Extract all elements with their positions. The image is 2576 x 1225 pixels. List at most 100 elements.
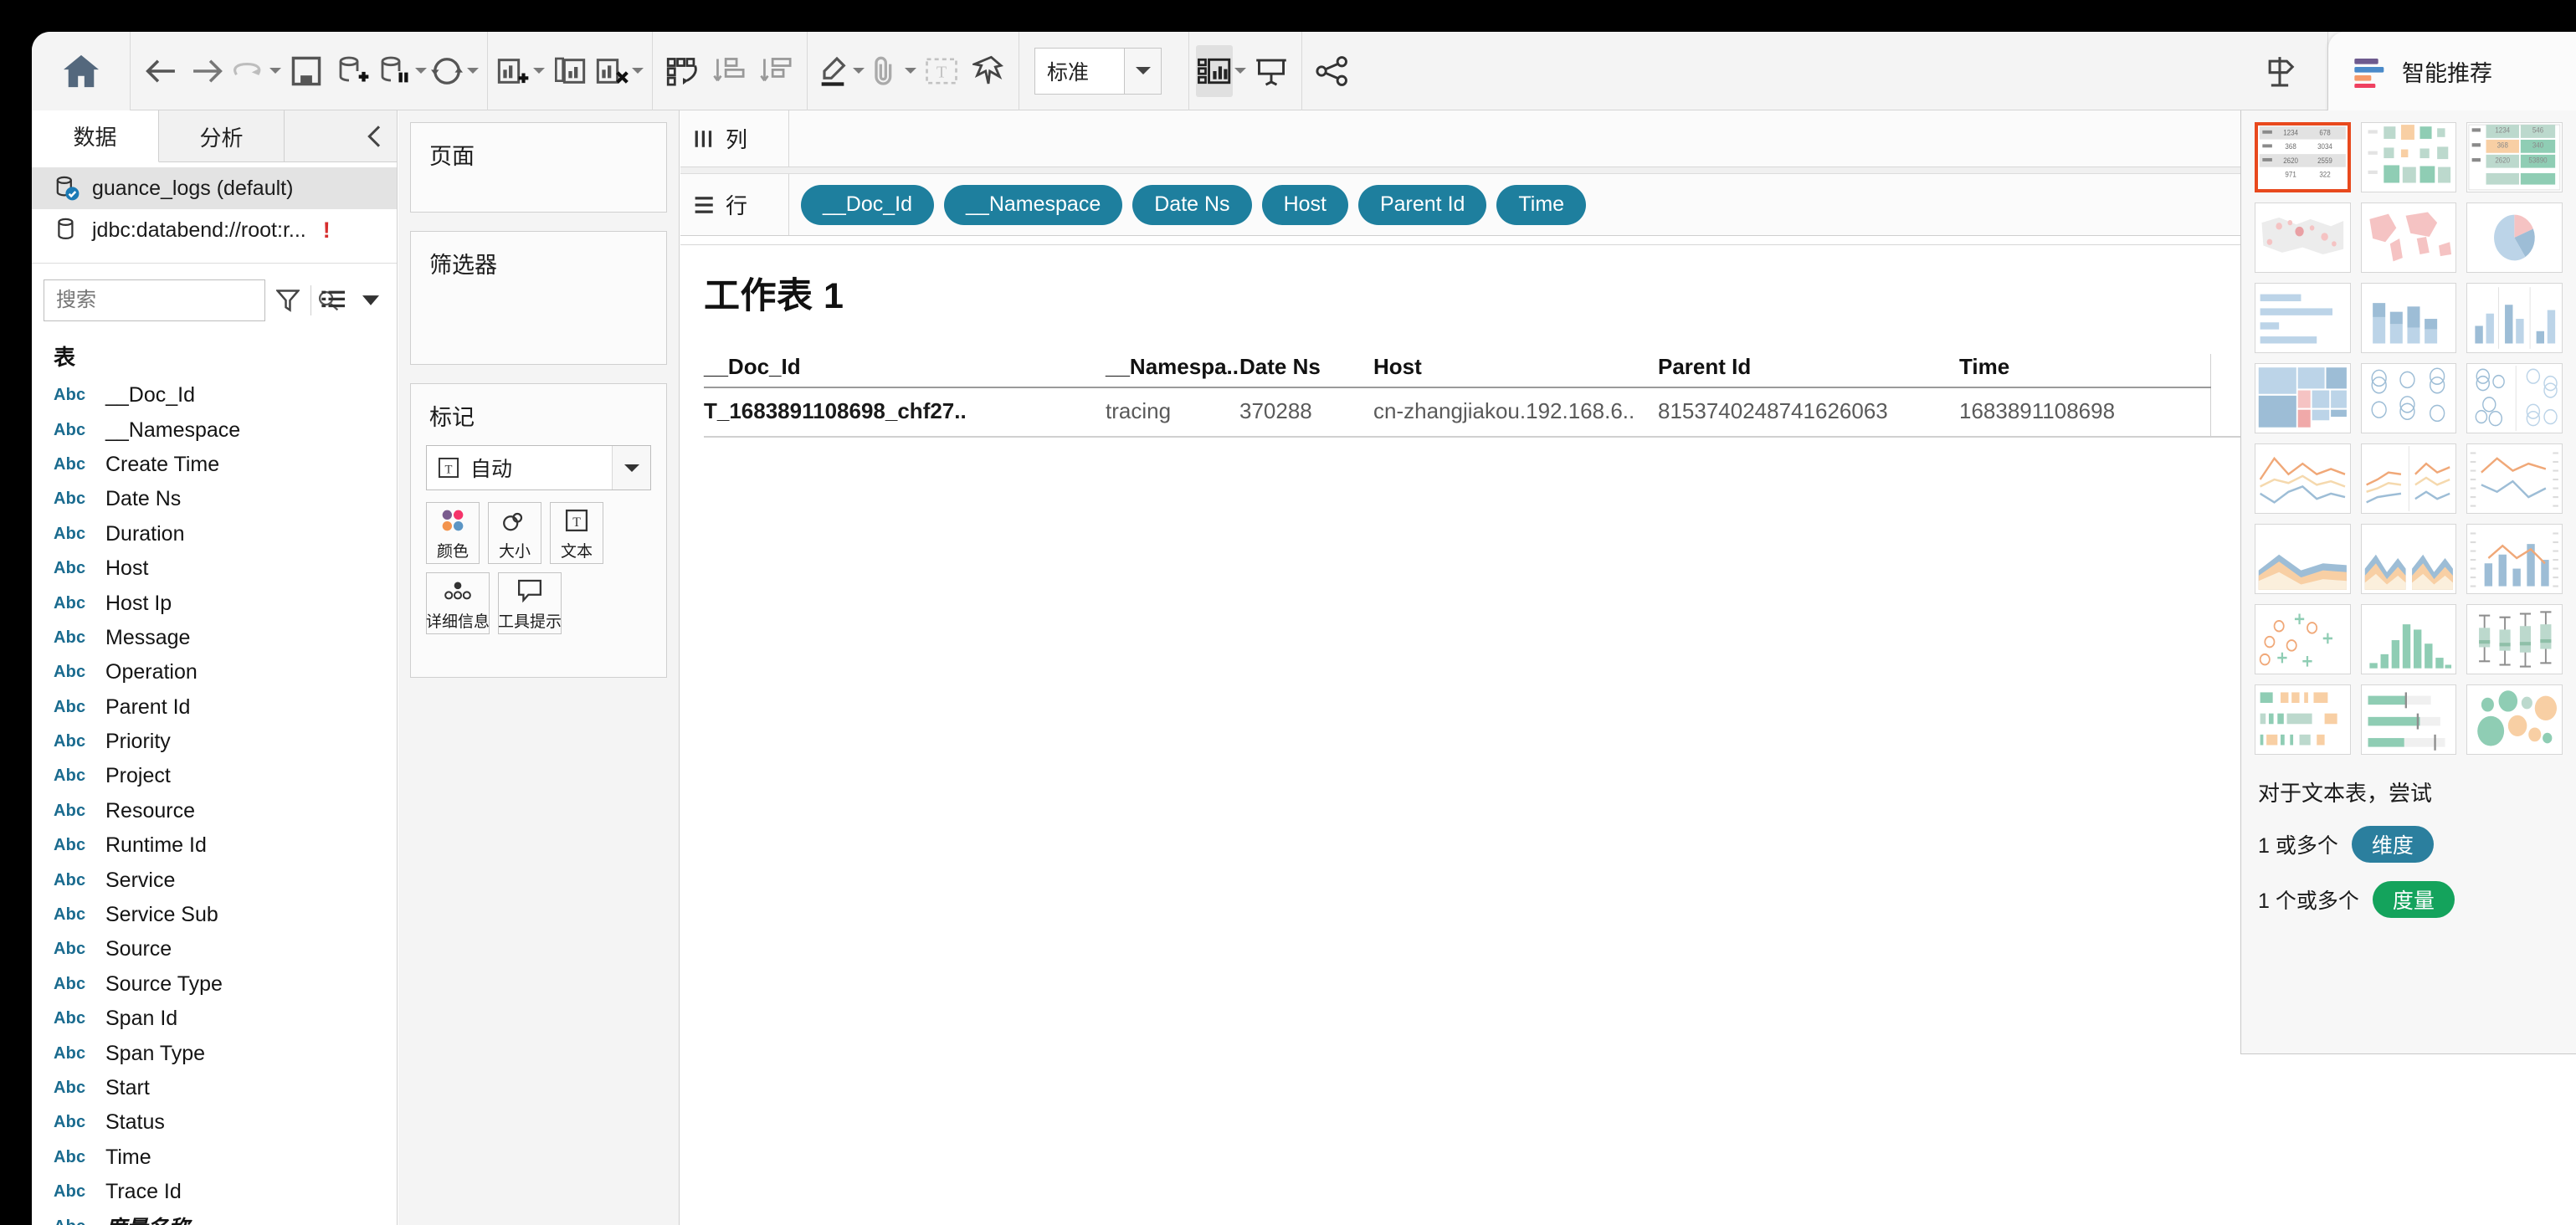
new-data-source-button[interactable] (330, 45, 377, 97)
show-me-pie-chart[interactable] (2466, 202, 2563, 273)
show-me-dual-lines[interactable] (2466, 443, 2563, 514)
rows-shelf-drop[interactable]: __Doc_Id __Namespace Date Ns Host Parent Id T… (789, 174, 2240, 235)
show-me-gantt-chart[interactable] (2255, 684, 2351, 755)
show-me-histogram[interactable] (2360, 604, 2457, 674)
columns-shelf[interactable]: 列 (680, 110, 2240, 167)
table-row[interactable]: T_1683891108698_chf27.. tracing 370288 cn-z… (704, 387, 2303, 438)
collapse-pane-button[interactable] (365, 110, 385, 162)
home-button[interactable] (32, 32, 131, 110)
field-item[interactable]: Abc Span Type (32, 1036, 397, 1070)
clear-worksheet-button[interactable] (593, 45, 630, 97)
new-worksheet-caret-icon[interactable] (531, 45, 547, 97)
forward-button[interactable] (184, 45, 231, 97)
field-item[interactable]: Abc 度量名称 (32, 1209, 397, 1225)
share-button[interactable] (1309, 45, 1356, 97)
duplicate-worksheet-button[interactable] (547, 45, 593, 97)
refresh-data-source-button[interactable] (428, 45, 465, 97)
field-item[interactable]: Abc Resource (32, 794, 397, 828)
marks-color-button[interactable]: 颜色 (426, 502, 480, 564)
show-me-heat-map[interactable] (2360, 122, 2457, 192)
new-worksheet-button[interactable] (495, 45, 531, 97)
rows-shelf-pill[interactable]: __Namespace (944, 184, 1123, 225)
table-column-header[interactable]: __Namespa.. (1106, 354, 1239, 388)
marks-tooltip-button[interactable]: 工具提示 (498, 572, 562, 634)
redo-caret-icon[interactable] (268, 45, 283, 97)
field-item[interactable]: Abc Time (32, 1140, 397, 1175)
show-me-treemap[interactable] (2255, 363, 2351, 433)
filters-card[interactable]: 筛选器 (410, 231, 667, 365)
show-me-area-chart-discrete[interactable] (2360, 524, 2457, 594)
show-me-symbol-map[interactable] (2255, 202, 2351, 273)
field-item[interactable]: Abc Operation (32, 655, 397, 689)
table-cell[interactable]: T_1683891108698_chf27.. (704, 387, 1106, 438)
mark-type-select[interactable]: T 自动 (426, 445, 651, 490)
field-item[interactable]: Abc Parent Id (32, 690, 397, 725)
fit-select-caret-icon[interactable] (1124, 48, 1161, 94)
clear-worksheet-caret-icon[interactable] (630, 45, 645, 97)
search-input-wrapper[interactable] (44, 279, 339, 321)
field-item[interactable]: Abc Host Ip (32, 586, 397, 620)
data-source-item-jdbc-databend[interactable]: jdbc:databend://root:r... ! (32, 209, 397, 251)
field-item[interactable]: Abc Span Id (32, 1002, 397, 1036)
rows-shelf-pill[interactable]: Host (1261, 184, 1348, 225)
show-me-dual-combination[interactable] (2466, 524, 2563, 594)
sort-ascending-button[interactable] (706, 45, 753, 97)
table-cell[interactable]: cn-zhangjiakou.192.168.6.. (1373, 387, 1658, 438)
table-column-header[interactable]: __Doc_Id (704, 354, 1106, 388)
show-me-horizontal-bars[interactable] (2255, 283, 2351, 353)
table-cell[interactable]: 370288 (1239, 387, 1373, 438)
show-me-lines-discrete[interactable] (2360, 443, 2457, 514)
show-me-packed-bubbles[interactable] (2466, 684, 2563, 755)
show-me-side-by-side-bars[interactable] (2466, 283, 2563, 353)
field-item[interactable]: Abc Service (32, 863, 397, 897)
field-item[interactable]: Abc __Namespace (32, 413, 397, 447)
rows-shelf[interactable]: 行 __Doc_Id __Namespace Date Ns Host Parent I… (680, 174, 2240, 236)
show-me-filled-map[interactable] (2360, 202, 2457, 273)
rows-shelf-pill[interactable]: Time (1496, 184, 1587, 225)
data-source-item-guance-logs[interactable]: guance_logs (default) (32, 167, 397, 209)
field-item[interactable]: Abc Source Type (32, 967, 397, 1002)
presentation-mode-button[interactable] (1248, 45, 1295, 97)
marks-text-button[interactable]: T 文本 (550, 502, 603, 564)
group-members-caret-icon[interactable] (903, 45, 918, 97)
mark-type-caret-icon[interactable] (612, 446, 650, 489)
field-item[interactable]: Abc Date Ns (32, 482, 397, 516)
tab-data[interactable]: 数据 (32, 110, 159, 162)
field-item[interactable]: Abc Source (32, 932, 397, 966)
show-me-area-chart-continuous[interactable] (2255, 524, 2351, 594)
fit-select[interactable]: 标准 (1034, 47, 1162, 95)
pause-caret-icon[interactable] (413, 45, 428, 97)
field-item[interactable]: Abc Trace Id (32, 1175, 397, 1209)
show-me-text-table[interactable]: 1234 678 368 3034 2620 2559 971 322 (2255, 122, 2351, 192)
marks-size-button[interactable]: 大小 (488, 502, 541, 564)
fix-axes-button[interactable] (965, 45, 1012, 97)
rows-shelf-pill[interactable]: Date Ns (1132, 184, 1252, 225)
table-column-header[interactable]: Parent Id (1658, 354, 1959, 388)
show-me-stacked-bars[interactable] (2360, 283, 2457, 353)
show-me-lines-continuous[interactable] (2255, 443, 2351, 514)
show-me-highlight-table[interactable]: 1234 546 368 340 2620 53890 (2466, 122, 2563, 192)
field-item[interactable]: Abc Start (32, 1071, 397, 1105)
columns-shelf-drop[interactable] (789, 110, 2240, 167)
show-me-box-and-whisker[interactable] (2466, 604, 2563, 674)
show-me-scatter-plot[interactable] (2255, 604, 2351, 674)
field-view-icon[interactable] (320, 279, 348, 321)
field-item[interactable]: Abc Priority (32, 725, 397, 759)
group-members-button[interactable] (866, 45, 903, 97)
show-me-bullet-graph[interactable] (2360, 684, 2457, 755)
sort-descending-button[interactable] (753, 45, 800, 97)
signpost-button[interactable] (2231, 32, 2328, 110)
show-me-side-by-side-circles[interactable] (2466, 363, 2563, 433)
field-view-caret-icon[interactable] (357, 279, 385, 321)
show-hide-cards-button[interactable] (1196, 44, 1233, 97)
filter-fields-icon[interactable] (274, 279, 302, 321)
rows-shelf-pill[interactable]: Parent Id (1357, 184, 1487, 225)
table-cell[interactable]: tracing (1106, 387, 1239, 438)
worksheet-canvas[interactable]: 工作表 1 __Doc_Id __Namespa.. Date Ns Host Pare… (680, 244, 2303, 1225)
show-mark-labels-button[interactable]: T (918, 45, 965, 97)
field-item[interactable]: Abc Service Sub (32, 898, 397, 932)
field-item[interactable]: Abc Project (32, 759, 397, 793)
field-item[interactable]: Abc Status (32, 1105, 397, 1140)
highlighter-caret-icon[interactable] (851, 45, 866, 97)
table-column-header[interactable]: Time (1959, 354, 2210, 388)
